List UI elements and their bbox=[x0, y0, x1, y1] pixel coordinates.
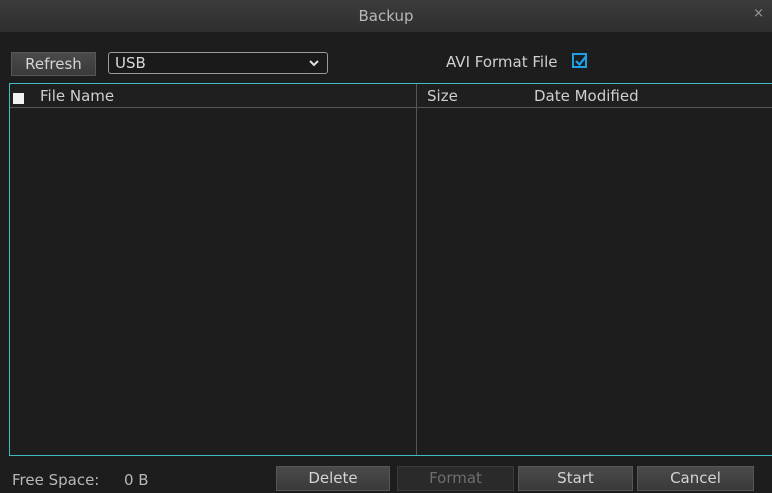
delete-button[interactable]: Delete bbox=[276, 466, 390, 491]
title-bar: Backup × bbox=[0, 0, 772, 32]
format-button[interactable]: Format bbox=[397, 466, 514, 491]
chevron-down-icon bbox=[309, 60, 319, 67]
select-all-checkbox[interactable] bbox=[13, 93, 24, 104]
free-space-value: 0 B bbox=[124, 471, 149, 489]
start-button[interactable]: Start bbox=[518, 466, 633, 491]
device-select-value: USB bbox=[115, 54, 146, 72]
cancel-button[interactable]: Cancel bbox=[637, 466, 754, 491]
file-list[interactable] bbox=[10, 108, 772, 455]
file-table: File Name Size Date Modified bbox=[9, 83, 772, 456]
device-select[interactable]: USB bbox=[108, 52, 328, 74]
column-header-date-modified[interactable]: Date Modified bbox=[534, 87, 639, 105]
close-icon[interactable]: × bbox=[753, 6, 764, 21]
avi-format-label: AVI Format File bbox=[446, 53, 558, 71]
refresh-button[interactable]: Refresh bbox=[11, 52, 96, 76]
free-space-label: Free Space: bbox=[12, 471, 100, 489]
window-title: Backup bbox=[358, 7, 414, 25]
avi-format-checkbox[interactable] bbox=[572, 53, 587, 68]
table-header: File Name Size Date Modified bbox=[10, 84, 772, 108]
column-header-file-name[interactable]: File Name bbox=[40, 87, 114, 105]
checkmark-icon bbox=[575, 55, 587, 67]
column-header-size[interactable]: Size bbox=[427, 87, 458, 105]
